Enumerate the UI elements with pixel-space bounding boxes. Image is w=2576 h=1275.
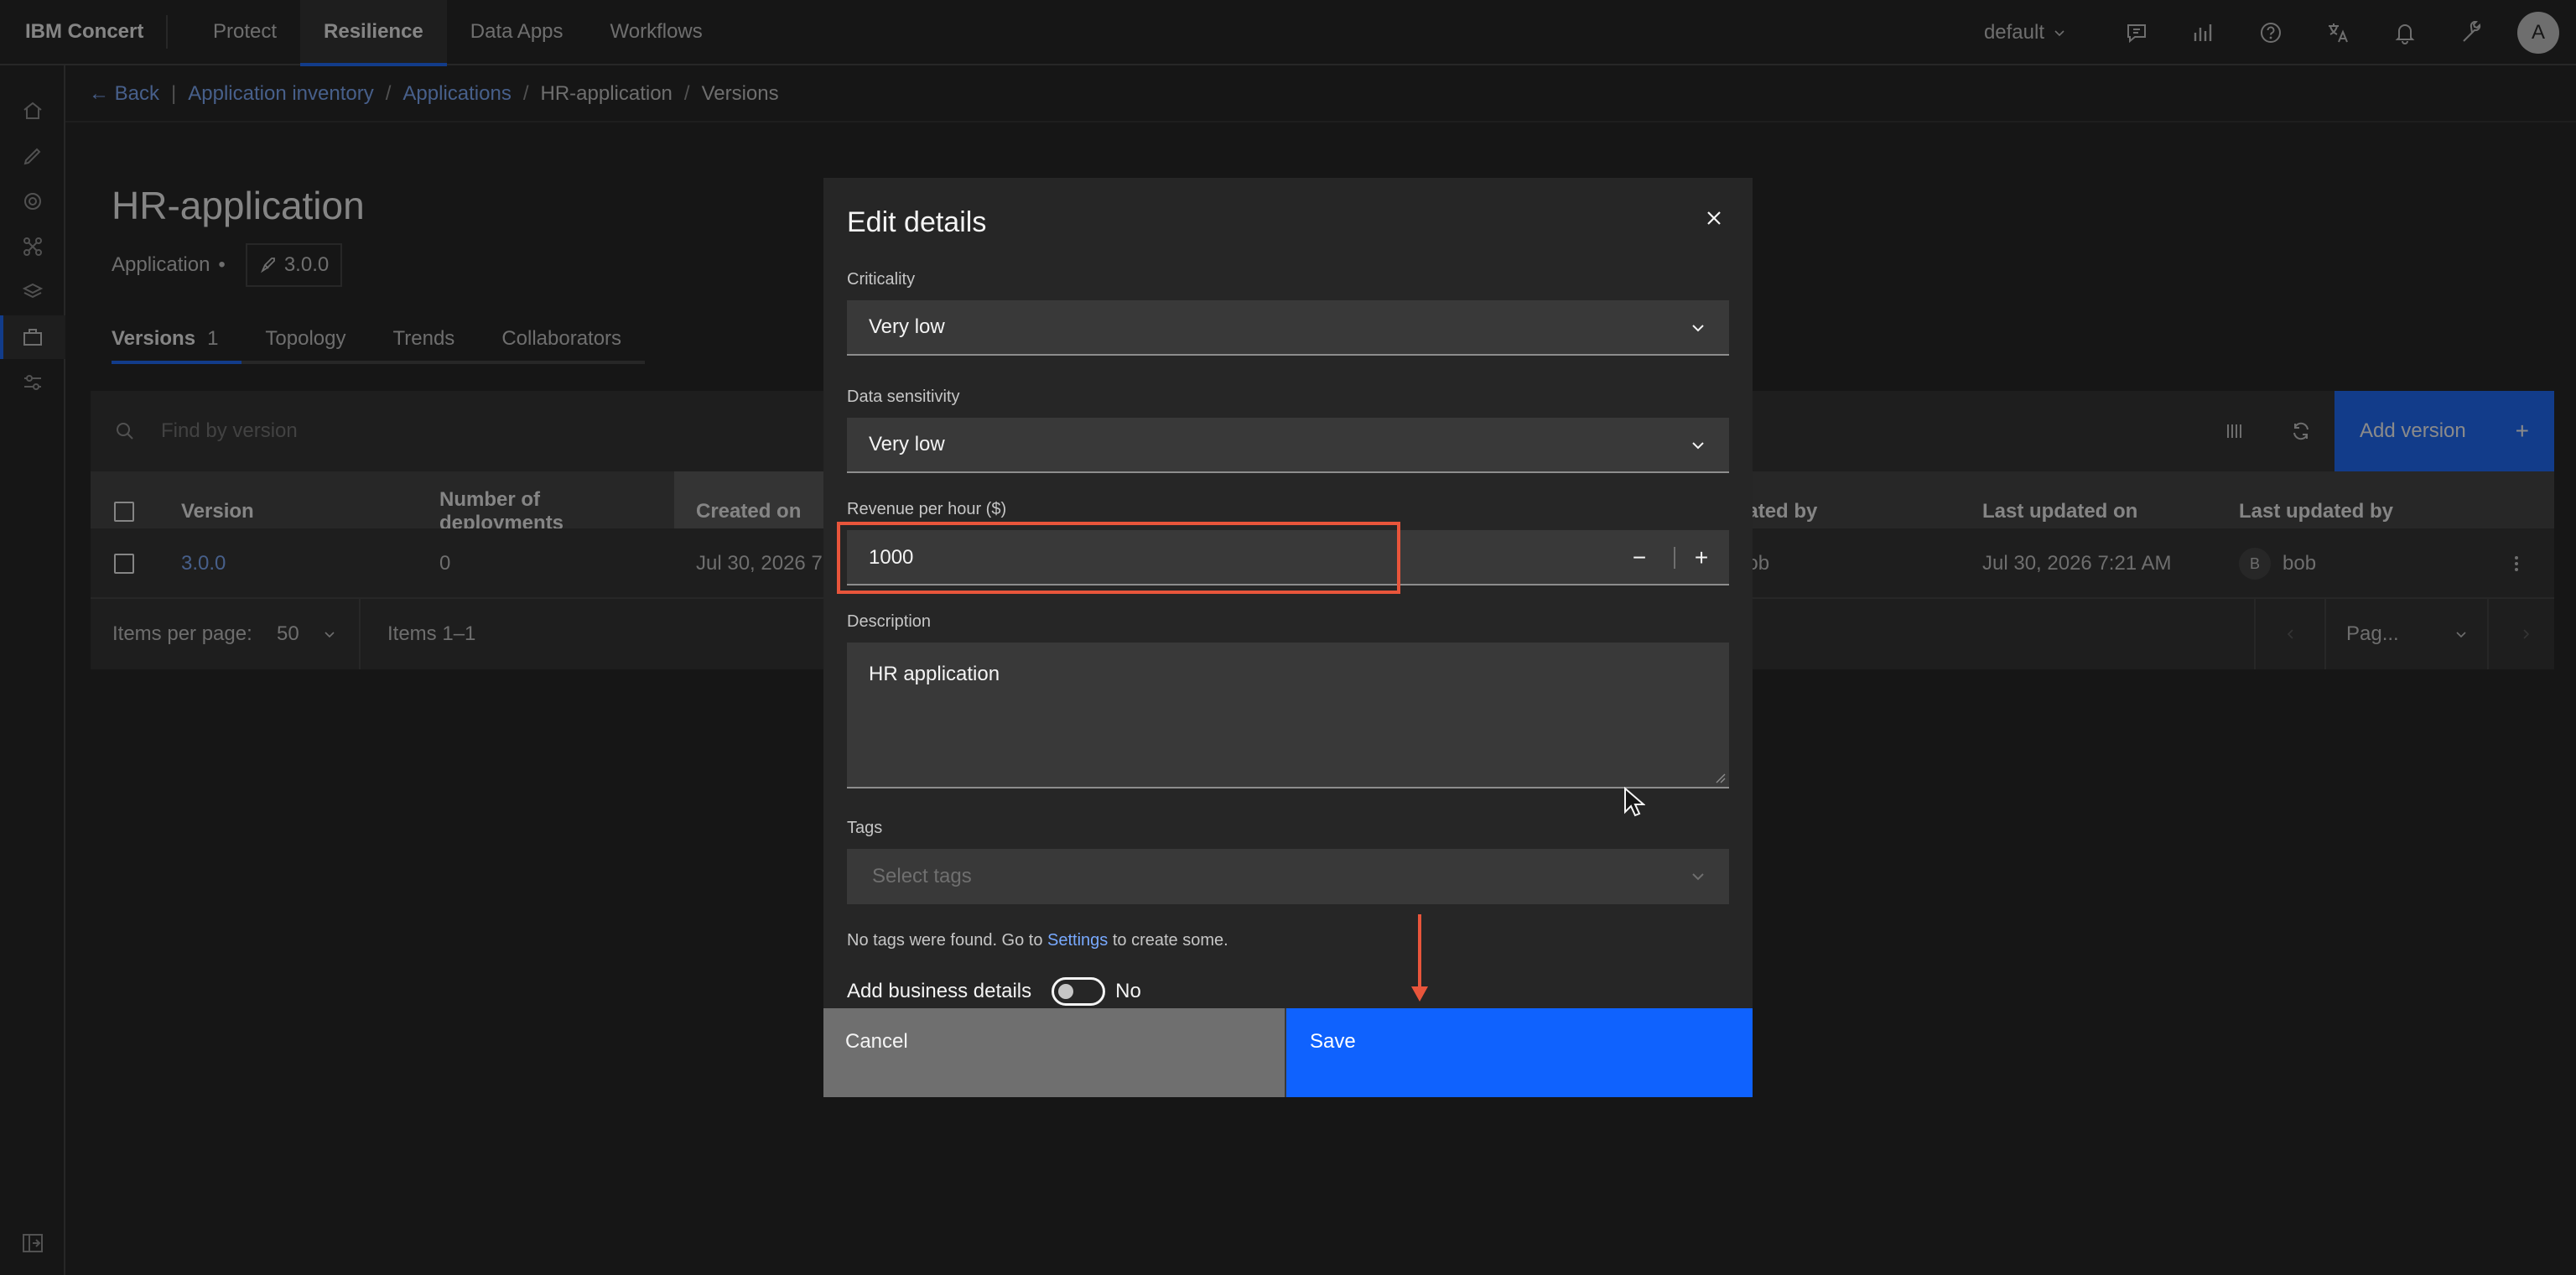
settings-link[interactable]: Settings <box>1047 931 1108 950</box>
business-details-toggle[interactable] <box>1052 977 1106 1006</box>
criticality-select[interactable]: Very low <box>847 300 1729 356</box>
edit-details-modal: Edit details Criticality Very low Data s… <box>823 178 1753 1097</box>
modal-footer: Cancel Save <box>823 1008 1753 1097</box>
chevron-down-icon <box>1692 325 1704 332</box>
description-label: Description <box>847 612 932 631</box>
mouse-cursor-icon <box>1624 787 1645 817</box>
decrement-button[interactable]: − <box>1612 530 1667 585</box>
annotation-arrow-icon <box>1411 914 1428 1002</box>
tags-helper-text: No tags were found. Go to Settings to cr… <box>847 931 1228 950</box>
criticality-value: Very low <box>869 315 945 338</box>
save-button[interactable]: Save <box>1286 1008 1753 1097</box>
sensitivity-select[interactable]: Very low <box>847 418 1729 473</box>
chevron-down-icon <box>1692 873 1704 881</box>
business-details-label: Add business details <box>847 980 1032 1002</box>
sensitivity-value: Very low <box>869 433 945 455</box>
increment-button[interactable]: + <box>1674 530 1729 585</box>
toggle-state: No <box>1115 980 1141 1002</box>
modal-title: Edit details <box>847 206 987 238</box>
description-value: HR application <box>869 663 1000 685</box>
business-details-row: Add business details No <box>847 975 1141 1008</box>
helper-post: to create some. <box>1112 931 1228 950</box>
description-textarea[interactable]: HR application <box>847 643 1729 788</box>
highlight-box <box>837 522 1400 594</box>
tags-placeholder: Select tags <box>872 865 972 887</box>
chevron-down-icon <box>1692 442 1704 450</box>
tags-select[interactable]: Select tags <box>847 849 1729 904</box>
sensitivity-label: Data sensitivity <box>847 388 960 406</box>
resize-handle-icon[interactable] <box>1714 772 1726 783</box>
tags-label: Tags <box>847 819 883 837</box>
criticality-label: Criticality <box>847 270 916 289</box>
revenue-label: Revenue per hour ($) <box>847 500 1007 518</box>
close-icon[interactable] <box>1697 201 1731 235</box>
cancel-button[interactable]: Cancel <box>823 1008 1286 1097</box>
helper-pre: No tags were found. Go to <box>847 931 1043 950</box>
